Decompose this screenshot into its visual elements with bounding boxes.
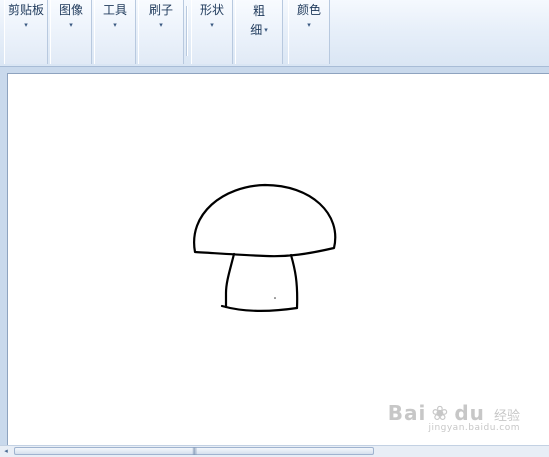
ribbon-group-image[interactable]: 图像 ▾ xyxy=(50,0,92,64)
paw-icon: ❀ xyxy=(431,401,450,425)
watermark-brand: Bai xyxy=(387,401,427,425)
ribbon-group-size[interactable]: 粗 细 ▾ xyxy=(235,0,283,64)
scroll-left-icon[interactable]: ◂ xyxy=(0,446,12,457)
watermark-jingyan: 经验 xyxy=(493,409,520,424)
chevron-down-icon: ▾ xyxy=(113,21,117,29)
mushroom-stem-left xyxy=(224,252,236,309)
size-label-line1: 粗 xyxy=(252,4,265,18)
scrollbar-thumb[interactable]: ||| xyxy=(14,447,374,455)
mushroom-stem-right xyxy=(289,253,299,310)
ribbon-separator xyxy=(186,6,188,56)
ribbon-group-clipboard[interactable]: 剪贴板 ▾ xyxy=(4,0,48,64)
chevron-down-icon: ▾ xyxy=(264,26,268,34)
shapes-label: 形状 xyxy=(199,3,224,17)
image-label: 图像 xyxy=(58,3,83,17)
chevron-down-icon: ▾ xyxy=(210,21,214,29)
ribbon-group-colors[interactable]: 颜色 ▾ xyxy=(288,0,330,64)
size-label-line2-text: 细 xyxy=(250,23,263,37)
ribbon-group-tools[interactable]: 工具 ▾ xyxy=(94,0,136,64)
chevron-down-icon: ▾ xyxy=(69,21,73,29)
mushroom-drawing xyxy=(193,183,337,312)
colors-label: 颜色 xyxy=(296,3,321,17)
scrollbar-grip: ||| xyxy=(192,447,197,455)
mushroom-cap-outline xyxy=(193,183,337,258)
tools-label: 工具 xyxy=(102,3,127,17)
baidu-watermark: Bai ❀ du 经验 jingyan.baidu.com xyxy=(388,401,520,433)
watermark-brand-suffix: du xyxy=(454,401,485,425)
chevron-down-icon: ▾ xyxy=(307,21,311,29)
horizontal-scrollbar[interactable]: ◂ ||| xyxy=(0,445,549,457)
size-label-line2: 细 ▾ xyxy=(250,22,268,38)
clipboard-label: 剪贴板 xyxy=(7,3,44,17)
canvas-dot xyxy=(274,297,276,299)
ribbon-group-brushes[interactable]: 刷子 ▾ xyxy=(138,0,184,64)
mushroom-stem-base xyxy=(220,304,299,312)
chevron-down-icon: ▾ xyxy=(159,21,163,29)
drawing-canvas[interactable]: Bai ❀ du 经验 jingyan.baidu.com xyxy=(7,73,549,447)
chevron-down-icon: ▾ xyxy=(24,21,28,29)
ribbon-toolbar: 剪贴板 ▾ 图像 ▾ 工具 ▾ 刷子 ▾ 形状 ▾ 粗 细 ▾ 颜色 ▾ xyxy=(0,0,549,67)
canvas-workspace: Bai ❀ du 经验 jingyan.baidu.com ◂ ||| xyxy=(0,67,549,457)
brushes-label: 刷子 xyxy=(148,3,173,17)
ribbon-group-shapes[interactable]: 形状 ▾ xyxy=(191,0,233,64)
